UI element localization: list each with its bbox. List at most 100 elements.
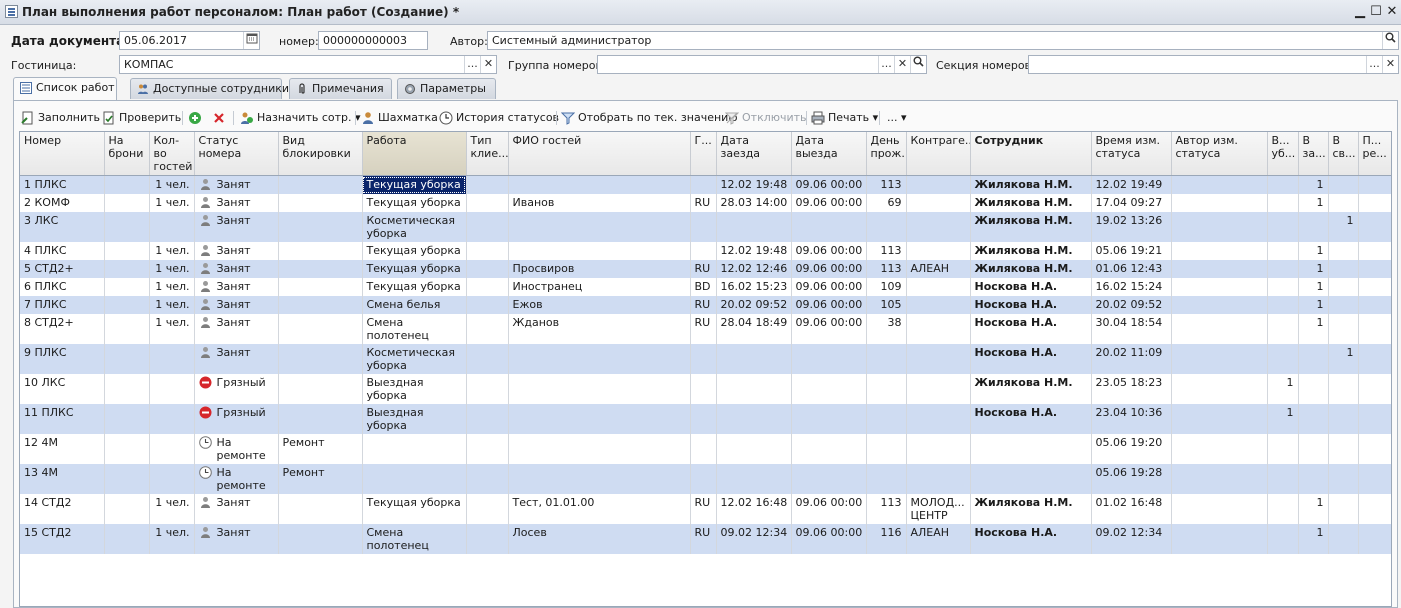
cell-room[interactable]: 12 4М [20,434,105,464]
cell-c1[interactable]: 1 [1267,374,1299,404]
cell-contractor[interactable] [906,194,971,212]
room-group-clear-icon[interactable]: ✕ [894,56,910,73]
cell-block[interactable] [278,344,363,374]
cell-contractor[interactable]: АЛЕАН [906,524,971,554]
cell-c1[interactable]: 1 [1267,404,1299,434]
chess-button[interactable]: Шахматка [361,109,438,127]
cell-c1[interactable] [1267,242,1299,260]
work-table[interactable]: Номер На брони Кол-во гостей Статус номера В… [19,131,1392,607]
cell-status[interactable]: Занят [194,194,279,212]
cell-c3[interactable] [1328,296,1359,314]
column-header[interactable]: В за... [1298,132,1329,176]
cell-departure[interactable] [791,374,867,404]
cell-status-author[interactable] [1171,344,1268,374]
tab-notes[interactable]: Примечания [289,78,392,99]
room-group-select-button[interactable]: ... [878,56,894,73]
cell-status-author[interactable] [1171,404,1268,434]
cell-c4[interactable] [1358,374,1391,404]
cell-departure[interactable]: 09.06 00:00 [791,194,867,212]
cell-contractor[interactable]: МОЛОД... ЦЕНТР [906,494,971,524]
cell-client-type[interactable] [466,212,509,242]
cell-guest[interactable]: Лосев [508,524,691,554]
cell-departure[interactable]: 09.06 00:00 [791,314,867,344]
cell-status-time[interactable]: 19.02 13:26 [1091,212,1172,242]
table-row[interactable]: 4 ПЛКС 1 чел. Занят Текущая уборка 12.02 19:… [20,242,1391,260]
cell-arrival[interactable]: 28.04 18:49 [716,314,792,344]
cell-country[interactable] [690,464,717,494]
cell-c3[interactable] [1328,314,1359,344]
cell-days[interactable]: 116 [866,524,907,554]
cell-guests-count[interactable]: 1 чел. [149,524,195,554]
cell-block[interactable] [278,374,363,404]
cell-status-time[interactable]: 12.02 19:49 [1091,175,1172,194]
cell-c1[interactable] [1267,524,1299,554]
cell-guest[interactable]: Жданов [508,314,691,344]
cell-status-time[interactable]: 05.06 19:20 [1091,434,1172,464]
disable-filter-button[interactable]: Отключить [725,109,807,127]
cell-country[interactable]: RU [690,296,717,314]
column-header[interactable]: День прож. [866,132,907,176]
cell-on-booking[interactable] [104,494,150,524]
cell-c3[interactable] [1328,260,1359,278]
cell-guests-count[interactable] [149,344,195,374]
cell-room[interactable]: 1 ПЛКС [20,175,105,194]
column-header[interactable]: Контраге... [906,132,971,176]
cell-client-type[interactable] [466,175,509,194]
cell-departure[interactable]: 09.06 00:00 [791,175,867,194]
cell-contractor[interactable] [906,314,971,344]
cell-c1[interactable] [1267,464,1299,494]
cell-contractor[interactable] [906,278,971,296]
cell-client-type[interactable] [466,278,509,296]
cell-c2[interactable] [1298,344,1329,374]
cell-days[interactable] [866,434,907,464]
cell-c2[interactable]: 1 [1298,194,1329,212]
cell-employee[interactable]: Жилякова Н.М. [970,175,1092,194]
cell-client-type[interactable] [466,434,509,464]
status-history-button[interactable]: История статусов [439,109,559,127]
cell-c4[interactable] [1358,434,1391,464]
column-header[interactable]: В... уб... [1267,132,1299,176]
cell-departure[interactable] [791,464,867,494]
cell-c4[interactable] [1358,212,1391,242]
cell-departure[interactable] [791,404,867,434]
tab-available-employees[interactable]: Доступные сотрудники [130,78,289,99]
cell-contractor[interactable] [906,404,971,434]
cell-room[interactable]: 13 4М [20,464,105,494]
cell-c2[interactable]: 1 [1298,314,1329,344]
cell-status[interactable]: Грязный [194,404,279,434]
cell-guests-count[interactable]: 1 чел. [149,314,195,344]
cell-arrival[interactable]: 09.02 12:34 [716,524,792,554]
cell-days[interactable]: 113 [866,175,907,194]
search-icon[interactable] [1382,32,1398,49]
cell-client-type[interactable] [466,464,509,494]
cell-guest[interactable] [508,212,691,242]
cell-country[interactable]: RU [690,260,717,278]
cell-block[interactable] [278,314,363,344]
cell-employee[interactable] [970,434,1092,464]
cell-days[interactable]: 69 [866,194,907,212]
cell-status-time[interactable]: 20.02 09:52 [1091,296,1172,314]
cell-work[interactable]: Выездная уборка [362,404,467,434]
cell-c3[interactable]: 1 [1328,212,1359,242]
cell-status-author[interactable] [1171,464,1268,494]
cell-status-time[interactable]: 20.02 11:09 [1091,344,1172,374]
cell-c2[interactable] [1298,404,1329,434]
cell-arrival[interactable]: 28.03 14:00 [716,194,792,212]
cell-c3[interactable] [1328,242,1359,260]
cell-block[interactable]: Ремонт [278,434,363,464]
table-row[interactable]: 6 ПЛКС 1 чел. Занят Текущая уборка Иностране… [20,278,1391,296]
cell-status-author[interactable] [1171,212,1268,242]
cell-work[interactable]: Текущая уборка [362,242,467,260]
cell-client-type[interactable] [466,242,509,260]
cell-c2[interactable]: 1 [1298,242,1329,260]
cell-employee[interactable]: Носкова Н.А. [970,314,1092,344]
room-section-clear-icon[interactable]: ✕ [1382,56,1398,73]
column-header[interactable]: П... ре... [1358,132,1391,176]
cell-status-author[interactable] [1171,260,1268,278]
tab-work-list[interactable]: Список работ [13,77,117,100]
cell-room[interactable]: 15 СТД2 [20,524,105,554]
cell-c2[interactable] [1298,434,1329,464]
cell-status[interactable]: Занят [194,260,279,278]
calendar-icon[interactable] [243,32,259,49]
cell-days[interactable] [866,464,907,494]
